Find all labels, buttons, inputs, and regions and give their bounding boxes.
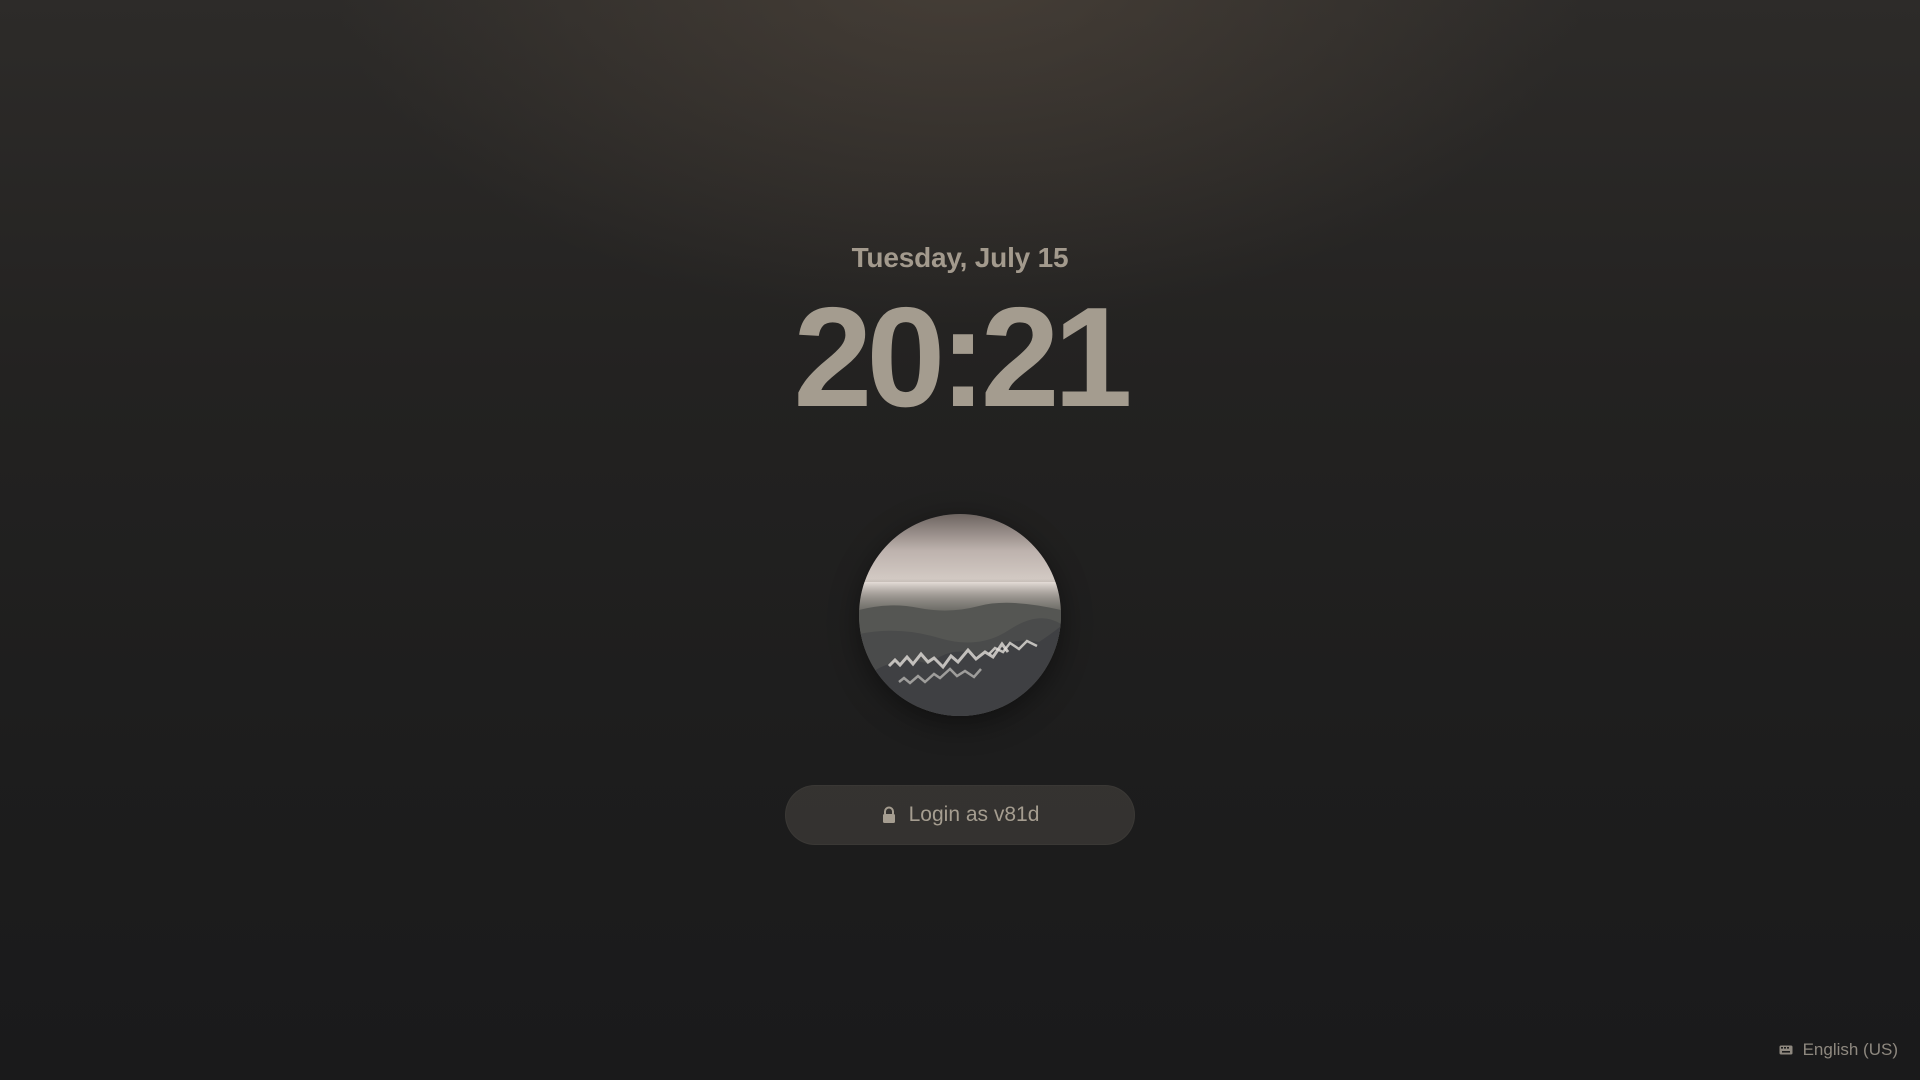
keyboard-layout-label: English (US) [1802,1040,1898,1059]
login-button[interactable]: Login as v81d [785,785,1135,845]
lock-icon [882,806,895,823]
keyboard-layout-indicator[interactable]: English (US) [1779,1040,1898,1060]
lockscreen-date: Tuesday, July 15 [851,242,1069,273]
avatar-landscape-image [859,514,1061,716]
keyboard-icon [1779,1045,1793,1055]
lockscreen-clock: 20:21 [793,278,1132,437]
user-avatar[interactable] [859,514,1061,716]
login-button-label: Login as v81d [908,803,1040,826]
lock-screen: Tuesday, July 15 20:21 Login as v81d Eng… [0,0,1920,1080]
